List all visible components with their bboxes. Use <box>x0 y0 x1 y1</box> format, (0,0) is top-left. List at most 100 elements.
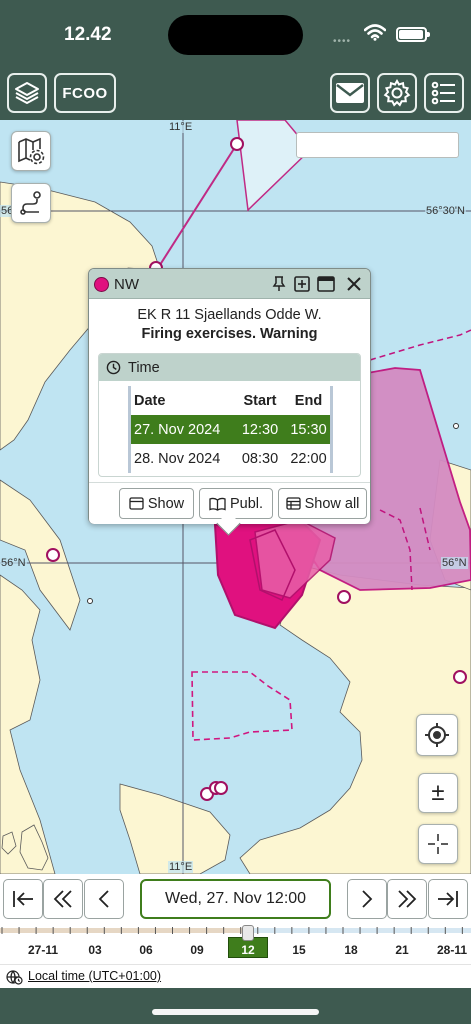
row-date: 27. Nov 2024 <box>134 421 221 438</box>
battery-icon <box>396 27 430 42</box>
messages-button[interactable] <box>330 73 370 113</box>
timeline-label: 06 <box>139 943 153 957</box>
home-indicator[interactable] <box>152 1009 319 1015</box>
fcoo-button[interactable]: FCOO <box>54 73 116 113</box>
table-icon <box>285 497 301 510</box>
publication-button[interactable]: Publ. <box>199 488 273 519</box>
marker <box>46 548 60 562</box>
timeline-handle[interactable] <box>242 925 254 941</box>
skip-first-icon <box>13 891 33 907</box>
col-end: End <box>294 392 323 409</box>
globe-clock-icon <box>6 970 23 985</box>
skip-last-icon <box>438 891 458 907</box>
zoom-button[interactable]: ± <box>418 773 458 813</box>
list-icon <box>431 81 455 105</box>
map-search-input[interactable] <box>296 132 459 158</box>
route-icon <box>20 191 41 215</box>
time-table: Date Start End 27. Nov 2024 12:30 15:30 … <box>128 386 333 473</box>
timeline-label: 09 <box>190 943 204 957</box>
timezone-link[interactable]: Local time (UTC+01:00) <box>28 969 161 983</box>
chevron-right-icon <box>362 890 373 908</box>
publication-label: Publ. <box>229 495 264 512</box>
table-header-row: Date Start End <box>131 386 330 415</box>
show-label: Show <box>147 495 185 512</box>
timeline-label: 03 <box>88 943 102 957</box>
popup-header: NW <box>89 269 370 299</box>
layers-icon <box>15 82 39 104</box>
timeline-label: 28-11 <box>436 943 468 957</box>
crosshair-icon <box>425 723 449 747</box>
clock-icon <box>106 360 121 375</box>
row-date: 28. Nov 2024 <box>134 450 221 467</box>
center-button[interactable] <box>418 824 458 864</box>
lat-label-mid-left: 56°N <box>0 557 27 569</box>
timeline-label: 21 <box>395 943 409 957</box>
lat-label-mid-right: 56°N <box>441 557 468 569</box>
signal-icon: •••• <box>333 36 352 47</box>
lon-label-bottom: 11°E <box>168 861 194 873</box>
window-small-icon <box>129 497 144 510</box>
back-button[interactable] <box>84 879 124 919</box>
timeline-label: 27-11 <box>27 943 59 957</box>
plus-square-icon <box>294 276 310 292</box>
current-time-display[interactable]: Wed, 27. Nov 12:00 <box>140 879 331 919</box>
pin-button[interactable] <box>270 275 288 293</box>
timeline-ticks <box>0 927 471 934</box>
forward-button[interactable] <box>347 879 387 919</box>
maximize-button[interactable] <box>317 275 335 293</box>
map-gear-icon <box>18 137 45 165</box>
wifi-icon <box>364 24 386 41</box>
book-icon <box>209 497 226 511</box>
row-end: 15:30 <box>290 421 327 438</box>
settings-button[interactable] <box>377 73 417 113</box>
plus-crosshair-icon <box>428 834 448 854</box>
layers-button[interactable] <box>7 73 47 113</box>
notice-popup[interactable]: NW EK R 11 Sjaellands Odde W. Firing exe… <box>88 268 371 524</box>
close-icon <box>347 277 361 291</box>
notice-type: Firing exercises. Warning <box>141 326 318 342</box>
status-bar: 12.42 •••• <box>0 0 471 68</box>
forward-fast-button[interactable] <box>387 879 427 919</box>
gear-icon <box>383 79 411 107</box>
table-row[interactable]: 27. Nov 2024 12:30 15:30 <box>131 415 330 444</box>
chevrons-right-icon <box>398 890 417 908</box>
route-button[interactable] <box>11 183 51 223</box>
time-navigation: Wed, 27. Nov 12:00 <box>0 874 471 924</box>
window-icon <box>317 276 335 292</box>
expand-button[interactable] <box>293 275 311 293</box>
status-time: 12.42 <box>64 24 112 45</box>
first-time-button[interactable] <box>3 879 43 919</box>
marker <box>230 137 244 151</box>
time-panel-title: Time <box>128 360 160 376</box>
table-row[interactable]: 28. Nov 2024 08:30 22:00 <box>131 444 330 473</box>
back-fast-button[interactable] <box>43 879 83 919</box>
last-time-button[interactable] <box>428 879 468 919</box>
chevron-left-icon <box>98 890 109 908</box>
notice-area: EK R 11 Sjaellands Odde W. <box>137 307 322 323</box>
home-area <box>0 988 471 1024</box>
timeline-label: 18 <box>344 943 358 957</box>
menu-button[interactable] <box>424 73 464 113</box>
timezone-bar: Local time (UTC+01:00) <box>0 964 471 988</box>
lat-label-top-right: 56°30'N <box>425 205 466 217</box>
show-all-button[interactable]: Show all <box>278 488 367 519</box>
notice-color-dot <box>94 277 109 292</box>
marker <box>214 781 228 795</box>
show-button[interactable]: Show <box>119 488 194 519</box>
envelope-icon <box>336 83 364 103</box>
marker <box>453 670 467 684</box>
timeline-label-current: 12 <box>241 943 255 957</box>
locate-button[interactable] <box>416 714 458 756</box>
row-end: 22:00 <box>290 450 327 467</box>
close-button[interactable] <box>345 275 363 293</box>
lon-label-top: 11°E <box>168 121 194 133</box>
row-start: 12:30 <box>241 421 279 438</box>
chevrons-left-icon <box>53 890 72 908</box>
col-date: Date <box>134 392 166 409</box>
timeline-label: 15 <box>292 943 306 957</box>
pin-icon <box>272 276 286 291</box>
time-panel: Time Date Start End 27. Nov 2024 12:30 1… <box>98 353 361 477</box>
marker <box>337 590 351 604</box>
map-settings-button[interactable] <box>11 131 51 171</box>
timeline-slider[interactable]: 27-11 03 06 09 12 15 18 21 28-11 <box>0 924 471 964</box>
